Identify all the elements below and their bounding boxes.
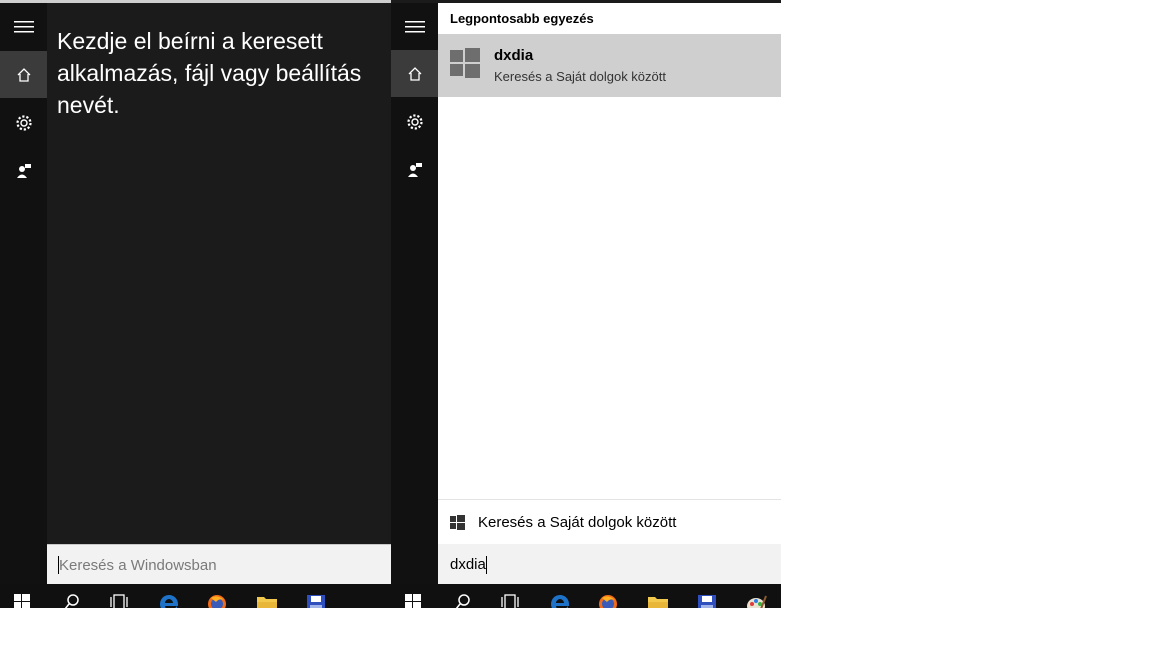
settings-button[interactable]	[0, 99, 47, 146]
taskbar	[0, 584, 391, 608]
taskbar	[391, 584, 781, 608]
search-input[interactable]: Keresés a Windowsban	[47, 544, 391, 584]
start-search-panel-empty: Kezdje el beírni a keresett alkalmazás, …	[0, 0, 391, 608]
menu-button[interactable]	[0, 3, 47, 50]
gear-icon	[15, 114, 32, 131]
save-disk-icon	[307, 595, 325, 608]
edge-icon	[160, 595, 178, 608]
menu-button[interactable]	[391, 3, 438, 50]
windows-logo-icon	[450, 515, 465, 530]
search-icon	[455, 594, 470, 608]
home-button[interactable]	[0, 51, 47, 98]
file-explorer-icon	[648, 597, 668, 608]
file-explorer-icon	[257, 597, 277, 608]
task-view-icon	[110, 594, 128, 608]
search-my-stuff-label: Keresés a Saját dolgok között	[478, 514, 677, 531]
search-icon	[64, 594, 79, 608]
firefox-taskbar-button[interactable]	[195, 584, 239, 608]
text-caret	[486, 556, 487, 574]
taskbar-search-button[interactable]	[50, 584, 94, 608]
feedback-button[interactable]	[391, 146, 438, 193]
feedback-icon	[407, 162, 422, 177]
task-view-button[interactable]	[488, 584, 532, 608]
start-search-panel-results: Legpontosabb egyezés dxdia Keresés a Saj…	[391, 0, 781, 608]
file-explorer-taskbar-button[interactable]	[636, 584, 680, 608]
task-view-icon	[501, 594, 519, 608]
save-taskbar-button[interactable]	[685, 584, 729, 608]
firefox-icon	[599, 595, 617, 608]
menu-icon	[13, 20, 34, 32]
nav-rail	[391, 3, 438, 584]
nav-rail	[0, 3, 47, 584]
file-explorer-taskbar-button[interactable]	[245, 584, 289, 608]
start-button[interactable]	[391, 584, 435, 608]
firefox-icon	[208, 595, 226, 608]
best-match-result[interactable]: dxdia Keresés a Saját dolgok között	[438, 34, 781, 97]
search-prompt-text: Kezdje el beírni a keresett alkalmazás, …	[57, 28, 362, 118]
best-match-heading: Legpontosabb egyezés	[450, 11, 594, 26]
home-icon	[17, 67, 30, 82]
paint-icon	[747, 595, 767, 608]
paint-taskbar-button[interactable]	[734, 584, 778, 608]
taskbar-search-button[interactable]	[441, 584, 485, 608]
windows-logo-icon	[450, 48, 480, 78]
windows-start-icon	[14, 594, 30, 608]
search-query-value: dxdia	[450, 556, 486, 573]
save-disk-icon	[698, 595, 716, 608]
edge-icon	[551, 595, 569, 608]
settings-button[interactable]	[391, 98, 438, 145]
result-subtitle: Keresés a Saját dolgok között	[494, 69, 666, 84]
search-placeholder: Keresés a Windowsban	[59, 557, 217, 574]
home-button[interactable]	[391, 50, 438, 97]
feedback-icon	[16, 163, 31, 178]
search-results-content: Legpontosabb egyezés dxdia Keresés a Saj…	[438, 3, 781, 584]
search-home-content: Kezdje el beírni a keresett alkalmazás, …	[47, 3, 391, 584]
firefox-taskbar-button[interactable]	[586, 584, 630, 608]
result-title: dxdia	[494, 47, 534, 64]
feedback-button[interactable]	[0, 147, 47, 194]
gear-icon	[406, 113, 423, 130]
home-icon	[408, 66, 421, 81]
save-taskbar-button[interactable]	[294, 584, 338, 608]
search-input[interactable]: dxdia	[438, 544, 781, 584]
edge-taskbar-button[interactable]	[147, 584, 191, 608]
windows-start-icon	[405, 594, 421, 608]
start-button[interactable]	[0, 584, 44, 608]
edge-taskbar-button[interactable]	[538, 584, 582, 608]
search-my-stuff-button[interactable]: Keresés a Saját dolgok között	[438, 499, 781, 544]
task-view-button[interactable]	[97, 584, 141, 608]
menu-icon	[404, 20, 425, 32]
